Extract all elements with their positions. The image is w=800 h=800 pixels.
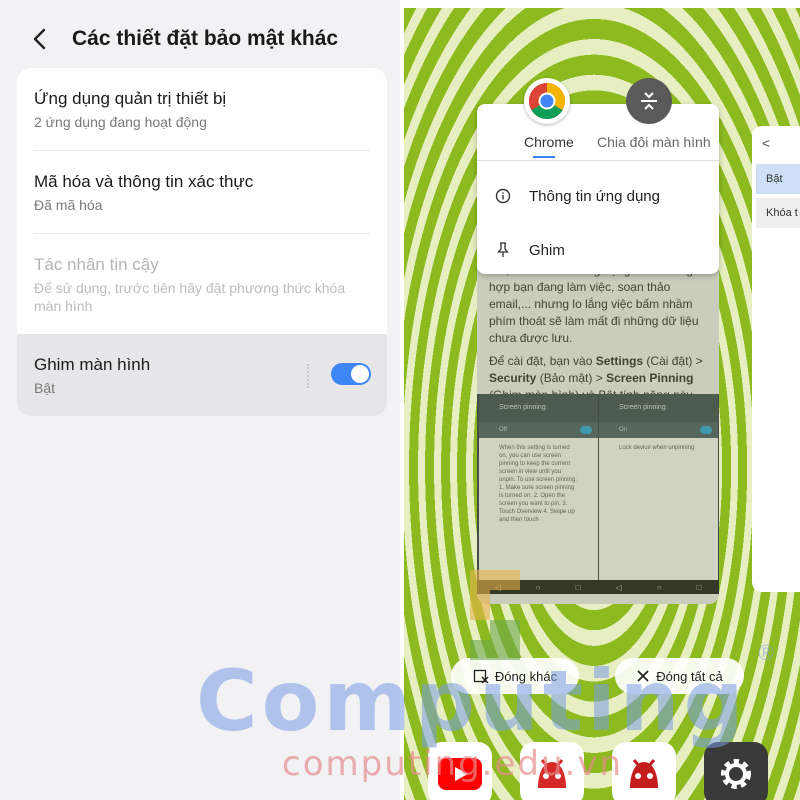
header: Các thiết đặt bảo mật khác [0, 14, 400, 64]
screen-pinning-item[interactable]: Ghim màn hình Bật [17, 334, 387, 416]
settings-app-icon[interactable] [704, 742, 768, 800]
menu-label: Ghim [529, 241, 565, 259]
divider [34, 150, 370, 151]
item-title: Ứng dụng quản trị thiết bị [34, 89, 227, 108]
trust-agents-item: Tác nhân tin cậy Để sử dụng, trước tiên … [17, 254, 387, 315]
screen-pinning-toggle[interactable] [331, 363, 371, 385]
device-admin-apps-item[interactable]: Ứng dụng quản trị thiết bị 2 ứng dụng đa… [17, 88, 387, 131]
toggle-knob [351, 365, 369, 383]
popup-tabs: Chrome Chia đôi màn hình [477, 104, 719, 158]
app-options-popup: Chrome Chia đôi màn hình Thông tin ứng d… [477, 104, 719, 274]
encryption-credentials-item[interactable]: Mã hóa và thông tin xác thực Đã mã hóa [17, 171, 387, 214]
watermark-registered: ® [758, 640, 775, 665]
divider [477, 160, 719, 161]
item-title: Tác nhân tin cậy [34, 255, 159, 274]
peek-row: Khóa t [756, 198, 800, 228]
next-app-card[interactable]: < Bật Khóa t [752, 126, 800, 592]
item-subtitle: 2 ứng dụng đang hoạt động [34, 114, 207, 130]
pin-icon [495, 242, 511, 258]
watermark-text: Computing [196, 652, 748, 750]
peek-row: Bật [756, 164, 800, 194]
page-title: Các thiết đặt bảo mật khác [72, 27, 339, 50]
tab-underline [533, 156, 555, 158]
menu-item-app-info[interactable]: Thông tin ứng dụng [477, 176, 719, 216]
info-icon [495, 188, 511, 204]
item-subtitle: Để sử dụng, trước tiên hãy đặt phương th… [34, 280, 346, 314]
tab-chrome[interactable]: Chrome [524, 134, 574, 150]
menu-label: Thông tin ứng dụng [529, 187, 660, 205]
item-subtitle: Đã mã hóa [34, 197, 103, 213]
menu-item-pin[interactable]: Ghim [477, 230, 719, 270]
watermark-url: computing.edu.vn [282, 744, 623, 784]
divider [34, 233, 370, 234]
item-title: Mã hóa và thông tin xác thực [34, 172, 254, 191]
tab-split-screen[interactable]: Chia đôi màn hình [597, 134, 711, 150]
settings-card: Ứng dụng quản trị thiết bị 2 ứng dụng đa… [17, 68, 387, 416]
separator-dots [307, 364, 309, 388]
chrome-icon[interactable] [524, 78, 570, 124]
peek-header: < [762, 135, 771, 151]
split-screen-icon[interactable] [626, 78, 672, 124]
back-icon[interactable] [24, 24, 54, 54]
